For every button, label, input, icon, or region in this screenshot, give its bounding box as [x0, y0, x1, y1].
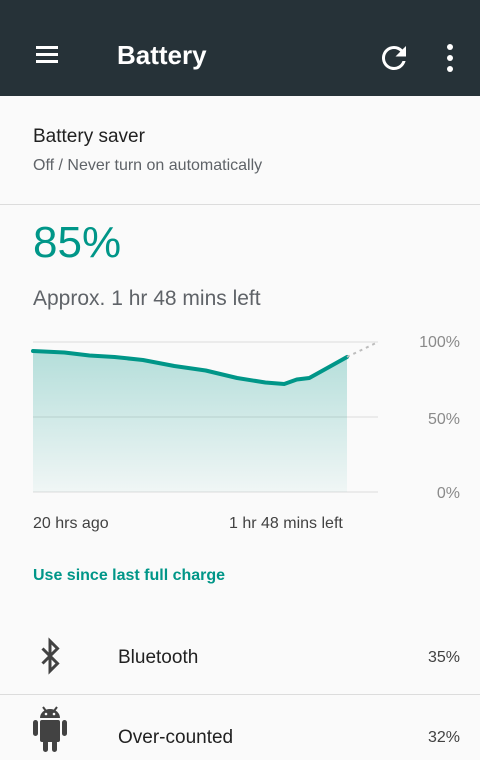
- hamburger-menu-icon[interactable]: [30, 40, 70, 70]
- usage-since-full-charge-heading[interactable]: Use since last full charge: [33, 567, 225, 585]
- x-label-end: 1 hr 48 mins left: [229, 515, 343, 532]
- app-name: Bluetooth: [118, 647, 199, 668]
- android-icon: [32, 702, 68, 752]
- app-toolbar: Battery: [0, 0, 480, 96]
- list-item[interactable]: Bluetooth 35%: [0, 626, 480, 688]
- refresh-icon[interactable]: [376, 40, 412, 76]
- divider: [0, 204, 480, 205]
- more-vert-icon[interactable]: [436, 40, 466, 76]
- list-item[interactable]: Over-counted 32%: [0, 694, 480, 756]
- battery-saver-row[interactable]: Battery saver Off / Never turn on automa…: [0, 96, 480, 204]
- battery-history-chart: [31, 341, 379, 493]
- y-tick-label: 0%: [436, 485, 460, 502]
- series-area: [33, 351, 347, 492]
- battery-saver-title: Battery saver: [33, 126, 145, 147]
- page-title: Battery: [117, 40, 207, 70]
- app-percent: 35%: [427, 649, 460, 666]
- bluetooth-icon: [32, 636, 68, 676]
- battery-level: 85%: [33, 218, 122, 267]
- y-tick-label: 100%: [419, 334, 460, 351]
- battery-estimate: Approx. 1 hr 48 mins left: [33, 287, 261, 310]
- y-tick-label: 50%: [427, 411, 460, 428]
- battery-saver-status: Off / Never turn on automatically: [33, 157, 263, 174]
- app-percent: 32%: [427, 729, 460, 746]
- app-name: Over-counted: [118, 727, 234, 748]
- projection-line: [346, 341, 379, 358]
- x-label-start: 20 hrs ago: [33, 515, 109, 532]
